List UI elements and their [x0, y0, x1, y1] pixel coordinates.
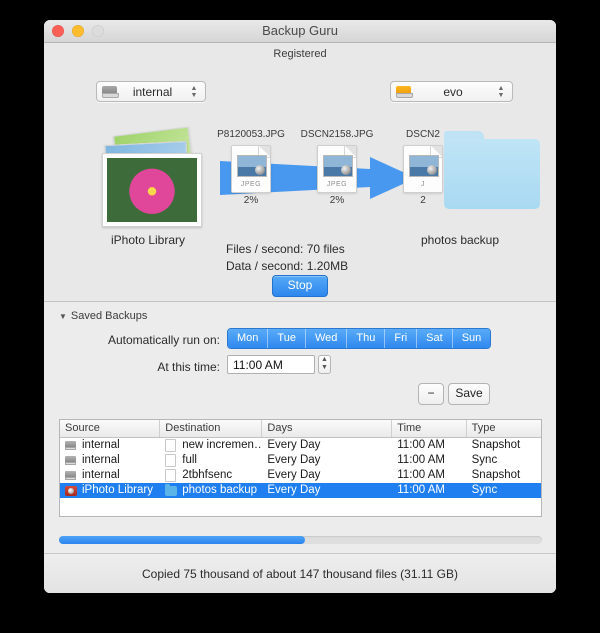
destination-folder-icon — [444, 131, 540, 209]
cell-destination: full — [182, 454, 197, 466]
cell-time: 11:00 AM — [397, 484, 446, 496]
jpeg-file-icon: JPEG — [317, 145, 357, 193]
document-icon — [165, 454, 177, 467]
time-label: At this time: — [157, 360, 220, 374]
folder-icon — [165, 483, 178, 496]
transfer-panel: Registered internal ▲ ▼ evo ▲ ▼ iPhoto Lib… — [44, 43, 556, 302]
save-button[interactable]: Save — [448, 383, 490, 405]
day-toggle-wed[interactable]: Wed — [305, 329, 348, 348]
jpeg-file-icon: J — [403, 145, 443, 193]
day-toggle-thu[interactable]: Thu — [347, 329, 386, 348]
cell-source: iPhoto Library — [82, 484, 153, 496]
document-icon — [165, 439, 177, 452]
saved-backups-label: Saved Backups — [70, 310, 148, 322]
column-header-type[interactable]: Type — [467, 420, 541, 437]
file-name: DSCN2158.JPG — [300, 129, 374, 140]
hard-drive-icon — [65, 456, 76, 465]
cell-time: 11:00 AM — [397, 469, 446, 481]
remove-backup-button[interactable]: − — [418, 383, 444, 405]
iphoto-icon — [65, 485, 77, 496]
document-icon — [165, 469, 177, 482]
day-selector[interactable]: Mon Tue Wed Thu Fri Sat Sun — [227, 328, 492, 349]
data-per-second: Data / second: 1.20MB — [226, 259, 349, 273]
cell-type: Snapshot — [471, 469, 521, 481]
table-row[interactable]: internal 2tbhfsenc Every Day 11:00 AM Sn… — [60, 468, 541, 483]
day-toggle-sun[interactable]: Sun — [452, 329, 491, 348]
file-name: P8120053.JPG — [217, 129, 285, 140]
status-text: Copied 75 thousand of about 147 thousand… — [141, 567, 458, 581]
progress-bar-fill — [59, 536, 306, 544]
hard-drive-icon — [65, 441, 76, 450]
cell-destination: new incremen… — [182, 439, 263, 451]
app-window: Backup Guru Registered internal ▲ ▼ evo ▲… — [44, 20, 556, 593]
stop-button[interactable]: Stop — [272, 275, 328, 297]
column-header-source[interactable]: Source — [60, 420, 161, 437]
destination-dropdown[interactable]: evo ▲ ▼ — [390, 81, 513, 102]
day-toggle-sat[interactable]: Sat — [417, 329, 453, 348]
cell-source: internal — [82, 454, 120, 466]
traffic-lights — [52, 25, 104, 37]
time-stepper[interactable]: ▲ ▼ — [318, 355, 331, 374]
jpeg-file-icon: JPEG — [231, 145, 271, 193]
progress-bar — [59, 536, 542, 544]
registered-label: Registered — [273, 48, 327, 60]
source-iphoto-thumbnail — [92, 126, 204, 227]
day-toggle-fri[interactable]: Fri — [385, 329, 418, 348]
file-kind: JPEG — [240, 181, 262, 188]
cell-destination: 2tbhfsenc — [182, 469, 233, 481]
source-dropdown[interactable]: internal ▲ ▼ — [96, 81, 206, 102]
file-percent: 2% — [329, 195, 345, 206]
saved-backups-disclosure[interactable]: ▼ Saved Backups — [59, 310, 147, 322]
cell-source: internal — [82, 439, 120, 451]
files-per-second: Files / second: 70 files — [226, 242, 345, 256]
transfer-file: DSCN2158.JPG JPEG 2% — [301, 129, 374, 206]
day-toggle-tue[interactable]: Tue — [268, 329, 306, 348]
table-row[interactable]: internal full Every Day 11:00 AM Sync — [60, 453, 541, 468]
file-kind: J — [421, 181, 425, 188]
minimize-button[interactable] — [72, 25, 84, 37]
cell-source: internal — [82, 469, 120, 481]
saved-backups-panel: ▼ Saved Backups Automatically run on: Mo… — [44, 302, 556, 593]
source-dropdown-value: internal — [132, 84, 173, 99]
run-on-label: Automatically run on: — [107, 333, 220, 347]
cell-days: Every Day — [267, 439, 321, 451]
cell-days: Every Day — [267, 484, 321, 496]
time-input[interactable]: 11:00 AM — [227, 355, 315, 374]
cell-type: Sync — [471, 454, 498, 466]
status-bar: Copied 75 thousand of about 147 thousand… — [44, 553, 556, 593]
cell-type: Sync — [471, 484, 498, 496]
column-header-destination[interactable]: Destination — [160, 420, 263, 437]
file-percent: 2% — [243, 195, 259, 206]
cell-days: Every Day — [267, 454, 321, 466]
external-drive-icon — [396, 85, 413, 98]
cell-days: Every Day — [267, 469, 321, 481]
chevron-updown-icon: ▲ ▼ — [190, 84, 198, 99]
cell-time: 11:00 AM — [397, 454, 446, 466]
triangle-down-icon: ▼ — [59, 311, 67, 321]
zoom-button — [92, 25, 104, 37]
table-row[interactable]: internal new incremen… Every Day 11:00 A… — [60, 438, 541, 453]
close-button[interactable] — [52, 25, 64, 37]
saved-backups-table[interactable]: Source Destination Days Time Type intern… — [59, 419, 542, 517]
window-title: Backup Guru — [262, 23, 338, 38]
destination-dropdown-value: evo — [443, 84, 463, 99]
table-header: Source Destination Days Time Type — [60, 420, 541, 438]
cell-destination: photos backup — [182, 484, 258, 496]
transfer-stats: Files / second: 70 files Data / second: … — [226, 241, 426, 275]
column-header-time[interactable]: Time — [392, 420, 467, 437]
cell-time: 11:00 AM — [397, 439, 446, 451]
transfer-file: P8120053.JPG JPEG 2% — [217, 129, 285, 206]
day-toggle-mon[interactable]: Mon — [228, 329, 269, 348]
file-kind: JPEG — [326, 181, 348, 188]
chevron-updown-icon: ▲ ▼ — [497, 84, 505, 99]
table-row-selected[interactable]: iPhoto Library photos backup Every Day 1… — [60, 483, 541, 498]
file-name: DSCN2 — [406, 129, 440, 140]
title-bar: Backup Guru — [44, 20, 556, 43]
source-caption: iPhoto Library — [110, 233, 186, 247]
column-header-days[interactable]: Days — [262, 420, 393, 437]
hard-drive-icon — [102, 85, 119, 98]
progress-area — [44, 530, 556, 554]
cell-type: Snapshot — [471, 439, 521, 451]
hard-drive-icon — [65, 471, 76, 480]
